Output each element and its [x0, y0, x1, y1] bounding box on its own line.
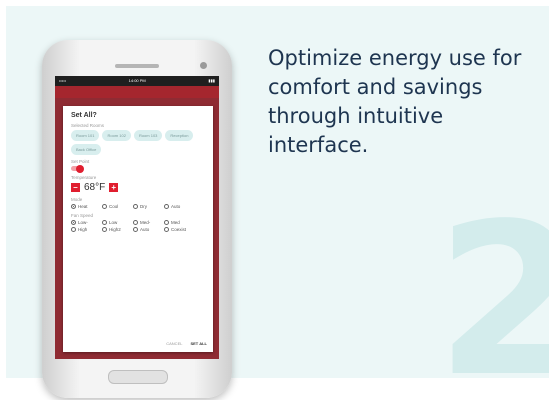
mode-options: Heat Cool Dry Auto	[71, 204, 205, 209]
radio-icon	[164, 227, 169, 232]
set-all-button[interactable]: SET ALL	[190, 341, 207, 346]
fan-option-label: Coexist	[171, 227, 187, 232]
mode-option-label: Dry	[140, 204, 147, 209]
temperature-value: 68°F	[84, 182, 106, 193]
mode-option-heat[interactable]: Heat	[71, 204, 95, 209]
phone-speaker	[115, 64, 159, 68]
step-number: 2	[436, 178, 549, 379]
fan-option-low[interactable]: Low	[102, 220, 126, 225]
fan-option-label: High2	[109, 227, 121, 232]
radio-icon	[133, 227, 138, 232]
fan-option-low-minus[interactable]: Low-	[71, 220, 95, 225]
selected-rooms-label: Selected Rooms	[71, 123, 105, 128]
dialog-actions: CANCEL SET ALL	[166, 341, 207, 346]
radio-icon	[102, 227, 107, 232]
fanspeed-options: Low- Low Med- Med High High2 Auto Coexis…	[71, 220, 205, 232]
mode-option-auto[interactable]: Auto	[164, 204, 188, 209]
radio-selected-icon	[71, 204, 76, 209]
setpoint-toggle[interactable]	[71, 164, 84, 173]
toggle-knob	[76, 164, 84, 173]
setpoint-label: Set Point	[71, 159, 90, 164]
radio-icon	[164, 204, 169, 209]
fan-option-label: Med-	[140, 220, 151, 225]
fan-option-label: High	[78, 227, 88, 232]
phone-mockup: ••••• 14:00 PM ▮▮▮ Set All? Selected Roo…	[42, 40, 232, 398]
room-chip[interactable]: Reception	[165, 130, 194, 141]
dialog-title: Set All?	[71, 112, 97, 119]
fan-option-auto[interactable]: Auto	[133, 227, 157, 232]
fan-option-label: Auto	[140, 227, 150, 232]
radio-icon	[133, 204, 138, 209]
mode-option-cool[interactable]: Cool	[102, 204, 126, 209]
mode-option-dry[interactable]: Dry	[133, 204, 157, 209]
temperature-label: Temperature	[71, 175, 97, 180]
radio-icon	[102, 220, 107, 225]
phone-camera	[200, 62, 207, 69]
status-bar: ••••• 14:00 PM ▮▮▮	[55, 76, 219, 86]
room-chips: Room 101 Room 102 Room 103 Reception Bac…	[71, 130, 205, 155]
fan-option-med[interactable]: Med	[164, 220, 188, 225]
fanspeed-label: Fan Speed	[71, 213, 94, 218]
phone-home-button	[108, 370, 168, 384]
cancel-button[interactable]: CANCEL	[166, 341, 182, 346]
room-chip[interactable]: Back Office	[71, 144, 102, 155]
radio-icon	[133, 220, 138, 225]
app-bar	[55, 86, 219, 98]
radio-icon	[71, 227, 76, 232]
radio-icon	[164, 220, 169, 225]
fan-option-label: Med	[171, 220, 180, 225]
mode-option-label: Cool	[109, 204, 119, 209]
temp-increase-button[interactable]: +	[109, 183, 119, 192]
battery-icon: ▮▮▮	[208, 78, 215, 83]
signal-icon: •••••	[59, 78, 67, 83]
mode-option-label: Auto	[171, 204, 181, 209]
temp-decrease-button[interactable]: –	[71, 183, 80, 192]
fan-option-label: Low-	[78, 220, 88, 225]
fan-option-high[interactable]: High	[71, 227, 95, 232]
mode-label: Mode	[71, 197, 83, 202]
radio-icon	[102, 204, 107, 209]
set-all-dialog: Set All? Selected Rooms Room 101 Room 10…	[63, 106, 213, 352]
fan-option-label: Low	[109, 220, 118, 225]
room-chip[interactable]: Room 101	[71, 130, 100, 141]
phone-screen: ••••• 14:00 PM ▮▮▮ Set All? Selected Roo…	[55, 76, 219, 359]
mode-option-label: Heat	[78, 204, 88, 209]
tagline: Optimize energy use for comfort and savi…	[268, 46, 522, 157]
temperature-stepper: – 68°F +	[71, 182, 205, 193]
status-time: 14:00 PM	[128, 78, 146, 83]
room-chip[interactable]: Room 102	[102, 130, 131, 141]
room-chip[interactable]: Room 103	[133, 130, 163, 141]
fan-option-high2[interactable]: High2	[102, 227, 126, 232]
fan-option-med-minus[interactable]: Med-	[133, 220, 157, 225]
fan-option-coexist[interactable]: Coexist	[164, 227, 188, 232]
radio-selected-icon	[71, 220, 76, 225]
